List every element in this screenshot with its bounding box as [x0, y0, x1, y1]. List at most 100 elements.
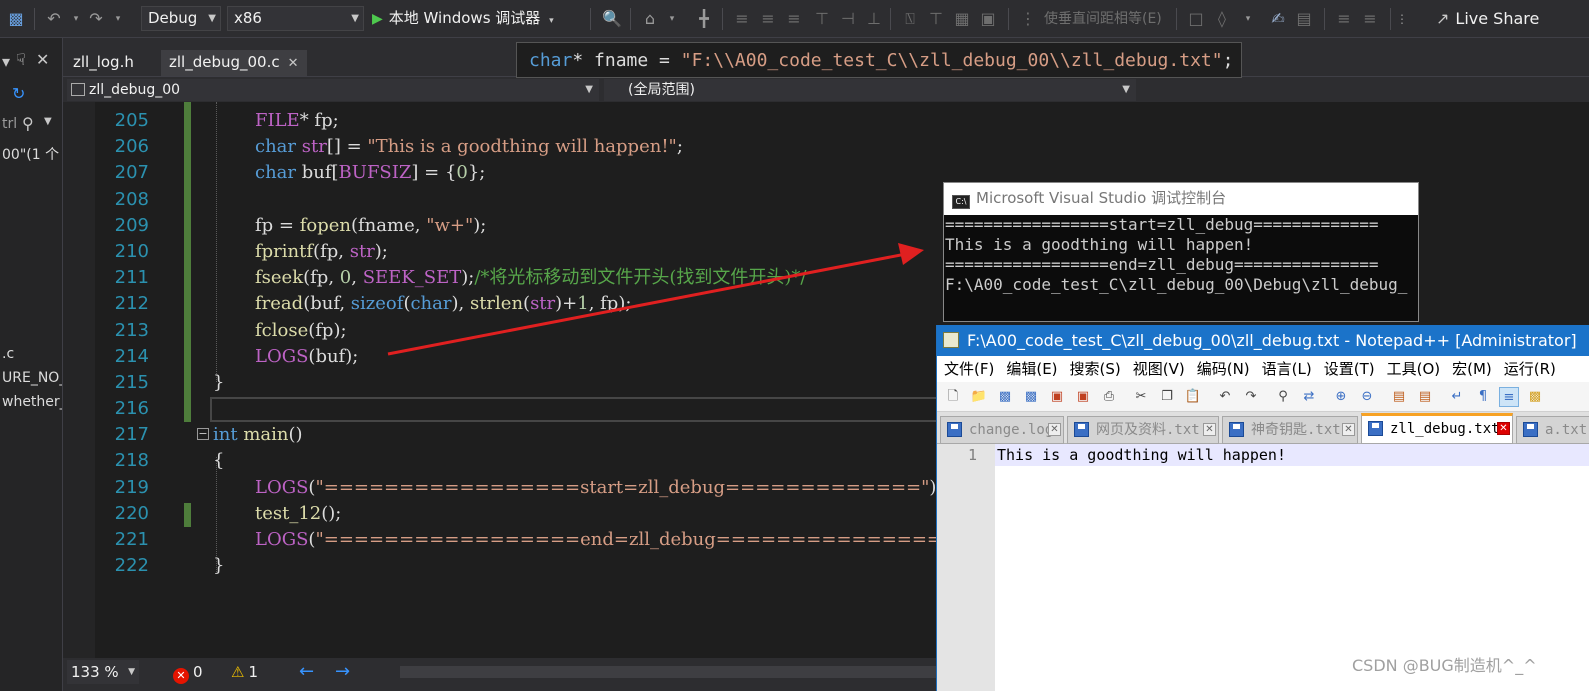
zoom-select[interactable]: 133 % ▼ — [67, 660, 139, 684]
same-height-icon[interactable]: ⊤ — [926, 9, 946, 29]
menu-file[interactable]: 文件(F) — [937, 356, 999, 382]
notepad-plus-plus-window[interactable]: F:\A00_code_test_C\zll_debug_00\zll_debu… — [936, 325, 1589, 691]
find-icon[interactable]: ⚲ — [1273, 387, 1293, 407]
tree-item[interactable]: 00"(1 个 — [2, 144, 59, 164]
same-width-icon[interactable]: ⍂ — [900, 9, 920, 29]
new-file-icon[interactable]: 🗋 — [943, 387, 963, 407]
menu-edit[interactable]: 编辑(E) — [999, 356, 1062, 382]
menu-tools[interactable]: 工具(O) — [1380, 356, 1446, 382]
npp-tab-magic-key[interactable]: 神奇钥匙.txt ✕ — [1222, 416, 1358, 444]
redo-icon[interactable]: ↷ — [86, 9, 106, 29]
close-icon[interactable]: ✕ — [1203, 423, 1216, 436]
menu-encoding[interactable]: 编码(N) — [1190, 356, 1255, 382]
chevron-down-icon[interactable]: ▾ — [1238, 9, 1258, 29]
find-in-files-icon[interactable]: 🔍 — [602, 9, 622, 29]
npp-tab-zll-debug-txt[interactable]: zll_debug.txt ✕ — [1361, 413, 1513, 444]
menu-macro[interactable]: 宏(M) — [1445, 356, 1497, 382]
search-icon[interactable]: ⚲ — [22, 114, 34, 133]
close-icon[interactable]: ✕ — [36, 50, 49, 69]
pin-icon[interactable]: ☟ — [16, 50, 26, 69]
close-all-icon[interactable]: ▣ — [1073, 387, 1093, 407]
comment-icon[interactable]: ≡ — [1334, 9, 1354, 29]
language-icon[interactable]: ▩ — [1525, 387, 1545, 407]
copy-icon[interactable]: ❐ — [1157, 387, 1177, 407]
undo-icon[interactable]: ↶ — [1215, 387, 1235, 407]
tab-zll-debug-00-c[interactable]: zll_debug_00.c ✕ — [161, 50, 307, 76]
navigate-forward-icon[interactable]: → — [335, 660, 350, 684]
save-all-icon[interactable]: ▩ — [1021, 387, 1041, 407]
close-file-icon[interactable]: ▣ — [1047, 387, 1067, 407]
horizontal-scrollbar[interactable] — [400, 666, 940, 678]
sync-horizontal-icon[interactable]: ▤ — [1415, 387, 1435, 407]
npp-tab-web-resources[interactable]: 网页及资料.txt ✕ — [1067, 416, 1219, 444]
align-left-icon[interactable]: ≡ — [732, 9, 752, 29]
align-bottom-icon[interactable]: ⊥ — [864, 9, 884, 29]
lock-controls-icon[interactable]: ▤ — [1294, 9, 1314, 29]
chevron-down-icon[interactable]: ▾ — [662, 9, 682, 29]
menu-run[interactable]: 运行(R) — [1497, 356, 1561, 382]
show-all-chars-icon[interactable]: ¶ — [1473, 387, 1493, 407]
make-vertical-spacing-equal[interactable]: 使垂直间距相等(E) — [1044, 9, 1162, 29]
start-debugging-button[interactable]: ▶ 本地 Windows 调试器 ▾ — [372, 6, 554, 31]
align-middle-icon[interactable]: ⊣ — [838, 9, 858, 29]
tree-item[interactable]: URE_NO_ — [2, 370, 62, 386]
project-select[interactable]: zll_debug_00 ▼ — [67, 79, 599, 101]
redo-icon[interactable]: ↷ — [1241, 387, 1261, 407]
zoom-in-icon[interactable]: ⊕ — [1331, 387, 1351, 407]
close-icon[interactable]: ✕ — [1342, 423, 1355, 436]
same-size-icon[interactable]: ▦ — [952, 9, 972, 29]
align-top-icon[interactable]: ⊤ — [812, 9, 832, 29]
undo-icon[interactable]: ↶ — [44, 9, 64, 29]
sync-vertical-icon[interactable]: ▤ — [1389, 387, 1409, 407]
navigate-back-icon[interactable]: ← — [299, 660, 314, 684]
split-icon[interactable]: ╋ — [694, 9, 714, 29]
toolbar-options-icon[interactable]: ⋮ — [1392, 9, 1412, 29]
refresh-icon[interactable]: ↻ — [12, 84, 25, 103]
menu-settings[interactable]: 设置(T) — [1317, 356, 1380, 382]
paste-icon[interactable]: 📋 — [1183, 387, 1203, 407]
word-wrap-icon[interactable]: ↵ — [1447, 387, 1467, 407]
undo-dropdown-icon[interactable]: ▾ — [66, 9, 86, 29]
open-file-icon[interactable]: 📁 — [969, 387, 989, 407]
close-icon[interactable]: ✕ — [1497, 422, 1510, 435]
error-count[interactable]: ✕ 0 — [173, 660, 203, 684]
chevron-down-icon[interactable]: ▾ — [549, 16, 554, 26]
tree-item[interactable]: whether_ — [2, 394, 62, 410]
npp-title-bar[interactable]: F:\A00_code_test_C\zll_debug_00\zll_debu… — [937, 325, 1589, 356]
chevron-down-icon[interactable]: ▼ — [44, 116, 52, 127]
npp-tab-a-txt[interactable]: a.txt — [1516, 416, 1589, 444]
center-horizontal-icon[interactable]: □ — [1186, 9, 1206, 29]
size-to-grid-icon[interactable]: ▣ — [978, 9, 998, 29]
home-icon[interactable]: ⌂ — [640, 9, 660, 29]
platform-select[interactable]: x86 ▼ — [227, 6, 364, 31]
menu-view[interactable]: 视图(V) — [1126, 356, 1190, 382]
scope-select[interactable]: (全局范围) ▼ — [604, 79, 1136, 101]
cut-icon[interactable]: ✂ — [1131, 387, 1151, 407]
vertical-spacing-icon[interactable]: ⋮ — [1018, 9, 1038, 29]
npp-tab-change-log[interactable]: change.log ✕ — [940, 416, 1064, 444]
live-share-button[interactable]: ↗ Live Share — [1436, 7, 1539, 31]
zoom-out-icon[interactable]: ⊖ — [1357, 387, 1377, 407]
collapse-icon[interactable]: − — [197, 428, 209, 440]
save-icon[interactable]: ▩ — [995, 387, 1015, 407]
chevron-down-icon[interactable]: ▾ — [2, 52, 10, 71]
config-select[interactable]: Debug ▼ — [141, 6, 221, 31]
console-title-bar[interactable]: C:\ Microsoft Visual Studio 调试控制台 — [944, 183, 1418, 215]
tree-item[interactable]: .c — [2, 346, 14, 362]
replace-icon[interactable]: ⇄ — [1299, 387, 1319, 407]
close-icon[interactable]: ✕ — [1048, 423, 1061, 436]
center-vertical-icon[interactable]: ◊ — [1212, 9, 1232, 29]
menu-language[interactable]: 语言(L) — [1255, 356, 1317, 382]
warning-count[interactable]: ⚠ 1 — [231, 660, 258, 684]
debug-console-window[interactable]: C:\ Microsoft Visual Studio 调试控制台 =======… — [943, 182, 1419, 322]
save-all-icon[interactable]: ▩ — [6, 9, 26, 29]
menu-search[interactable]: 搜索(S) — [1063, 356, 1126, 382]
close-icon[interactable]: ✕ — [288, 56, 299, 71]
indent-guide-icon[interactable]: ≡ — [1499, 387, 1519, 407]
uncomment-icon[interactable]: ≡ — [1360, 9, 1380, 29]
align-right-icon[interactable]: ≡ — [784, 9, 804, 29]
tab-zll-log-h[interactable]: zll_log.h — [65, 50, 142, 76]
tab-order-icon[interactable]: ✍ — [1268, 9, 1288, 29]
print-icon[interactable]: ⎙ — [1099, 387, 1119, 407]
redo-dropdown-icon[interactable]: ▾ — [108, 9, 128, 29]
